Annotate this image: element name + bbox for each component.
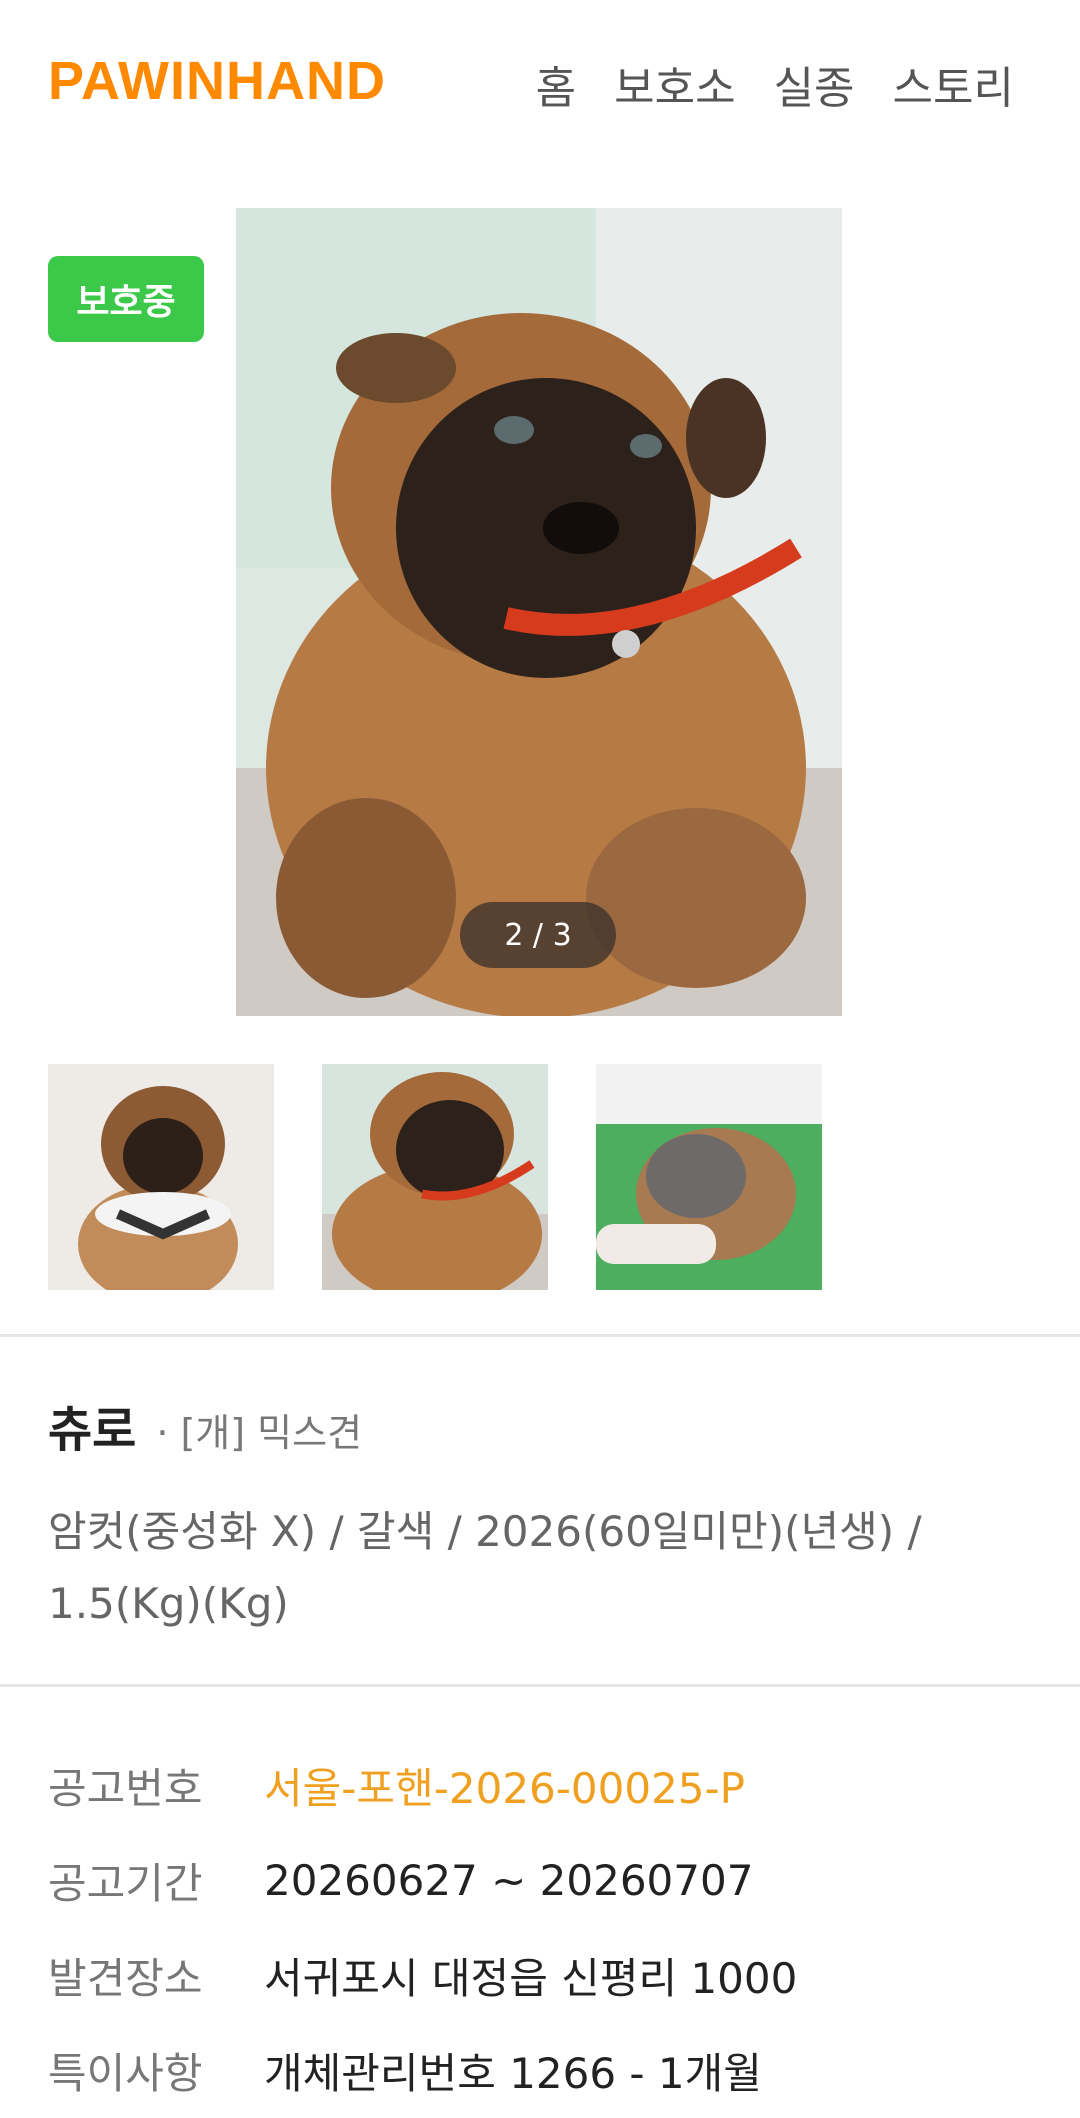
brand-logo[interactable]: PAWINHAND bbox=[48, 50, 386, 112]
nav-shelter[interactable]: 보호소 bbox=[614, 52, 735, 116]
notice-details: 공고번호 서울-포핸-2026-00025-P 공고기간 20260627 ~ … bbox=[48, 1738, 797, 2118]
main-photo[interactable] bbox=[236, 208, 842, 1016]
notice-period-value: 20260627 ~ 20260707 bbox=[264, 1856, 754, 1905]
animal-title: 츄로 · [개] 믹스견 bbox=[48, 1390, 362, 1460]
detail-label: 공고기간 bbox=[48, 1859, 203, 1908]
thumbnail-3[interactable] bbox=[596, 1064, 822, 1290]
found-location-value: 서귀포시 대정읍 신평리 1000 bbox=[264, 1954, 798, 2003]
thumbnail-1[interactable] bbox=[48, 1064, 274, 1290]
app-header: PAWINHAND 홈 보호소 실종 스토리 bbox=[0, 0, 1080, 160]
animal-attributes: 암컷(중성화 X) / 갈색 / 2026(60일미만)(년생) / 1.5(K… bbox=[48, 1507, 922, 1628]
detail-row-found-location: 발견장소 서귀포시 대정읍 신평리 1000 bbox=[48, 1928, 797, 2023]
detail-label: 발견장소 bbox=[48, 1954, 203, 2003]
detail-label: 특이사항 bbox=[48, 2049, 203, 2098]
remarks-value: 개체관리번호 1266 - 1개월 bbox=[264, 2049, 762, 2098]
status-badge: 보호중 bbox=[48, 256, 204, 342]
thumbnail-2-image bbox=[322, 1064, 548, 1290]
nav-story[interactable]: 스토리 bbox=[893, 52, 1014, 116]
nav-home[interactable]: 홈 bbox=[536, 52, 576, 116]
thumbnail-strip bbox=[48, 1064, 822, 1290]
thumbnail-2[interactable] bbox=[322, 1064, 548, 1290]
notice-number-value: 서울-포핸-2026-00025-P bbox=[264, 1764, 746, 1813]
detail-label: 공고번호 bbox=[48, 1764, 203, 1813]
detail-row-notice-period: 공고기간 20260627 ~ 20260707 bbox=[48, 1833, 797, 1928]
animal-name: 츄로 bbox=[48, 1402, 137, 1458]
thumbnail-1-image bbox=[48, 1064, 274, 1290]
main-nav: 홈 보호소 실종 스토리 bbox=[536, 52, 1014, 116]
animal-breed: · [개] 믹스견 bbox=[156, 1411, 363, 1455]
section-divider bbox=[0, 1684, 1080, 1687]
thumbnail-3-image bbox=[596, 1064, 822, 1290]
nav-missing[interactable]: 실종 bbox=[774, 52, 855, 116]
image-counter: 2 / 3 bbox=[460, 902, 616, 968]
puppy-photo-image bbox=[236, 208, 842, 1016]
section-divider bbox=[0, 1334, 1080, 1337]
detail-row-notice-number: 공고번호 서울-포핸-2026-00025-P bbox=[48, 1738, 797, 1833]
